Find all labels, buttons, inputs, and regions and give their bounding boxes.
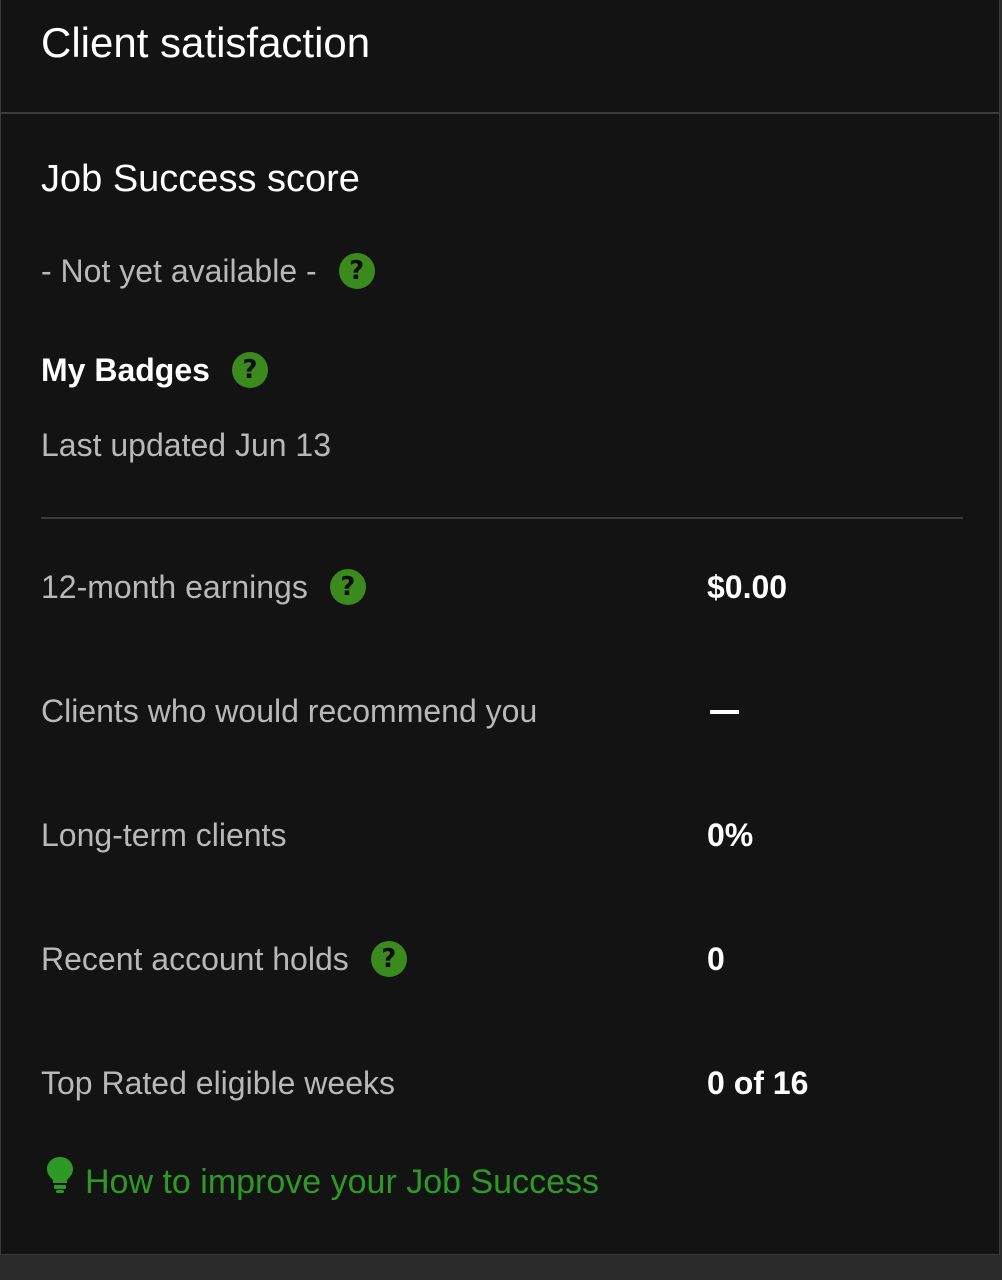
stat-value: 0	[707, 941, 725, 977]
question-circle-icon[interactable]: ?	[231, 352, 268, 388]
stat-label-row: Long-term clients	[41, 813, 286, 857]
improve-job-success-link[interactable]: How to improve your Job Success	[45, 1157, 599, 1206]
question-circle-icon[interactable]: ?	[329, 569, 366, 605]
stat-label: Clients who would recommend you	[41, 693, 538, 729]
card-title: Client satisfaction	[41, 19, 371, 66]
stat-row-earnings: 12-month earnings ? $0.00	[41, 565, 963, 609]
stat-label: Long-term clients	[41, 817, 287, 853]
stat-value: $0.00	[707, 569, 788, 605]
stat-label: Top Rated eligible weeks	[41, 1065, 395, 1101]
lightbulb-icon	[47, 1157, 73, 1193]
question-circle-icon[interactable]: ?	[338, 253, 375, 289]
stat-row-long-term: Long-term clients 0%	[41, 813, 963, 857]
stat-value: 0%	[707, 817, 754, 853]
badges-last-updated-row: Last updated Jun 13	[41, 425, 331, 465]
improve-link-label: How to improve your Job Success	[85, 1163, 599, 1201]
my-badges-title: My Badges	[41, 352, 210, 388]
job-success-status-row: - Not yet available - ?	[41, 251, 375, 291]
stat-row-account-holds: Recent account holds ? 0	[41, 937, 963, 981]
my-badges-row: My Badges ?	[41, 350, 268, 390]
client-satisfaction-card: Client satisfaction Job Success score - …	[0, 0, 1000, 1255]
section-divider	[41, 517, 963, 519]
stat-label-row: Top Rated eligible weeks	[41, 1061, 395, 1105]
stat-label: Recent account holds	[41, 941, 349, 977]
stat-label-row: Clients who would recommend you	[41, 689, 537, 733]
badges-last-updated: Last updated Jun 13	[41, 427, 332, 463]
stat-label-row: Recent account holds ?	[41, 937, 407, 981]
job-success-title: Job Success score	[41, 158, 360, 200]
stat-row-top-rated-weeks: Top Rated eligible weeks 0 of 16	[41, 1061, 963, 1105]
card-header: Client satisfaction	[1, 0, 999, 114]
question-circle-icon[interactable]: ?	[370, 941, 407, 977]
stat-value-dash	[710, 710, 739, 714]
stat-label: 12-month earnings	[41, 569, 308, 605]
stat-row-recommend: Clients who would recommend you	[41, 689, 963, 733]
stat-value: 0 of 16	[707, 1065, 809, 1101]
job-success-status: - Not yet available -	[41, 253, 317, 289]
stat-label-row: 12-month earnings ?	[41, 565, 366, 609]
